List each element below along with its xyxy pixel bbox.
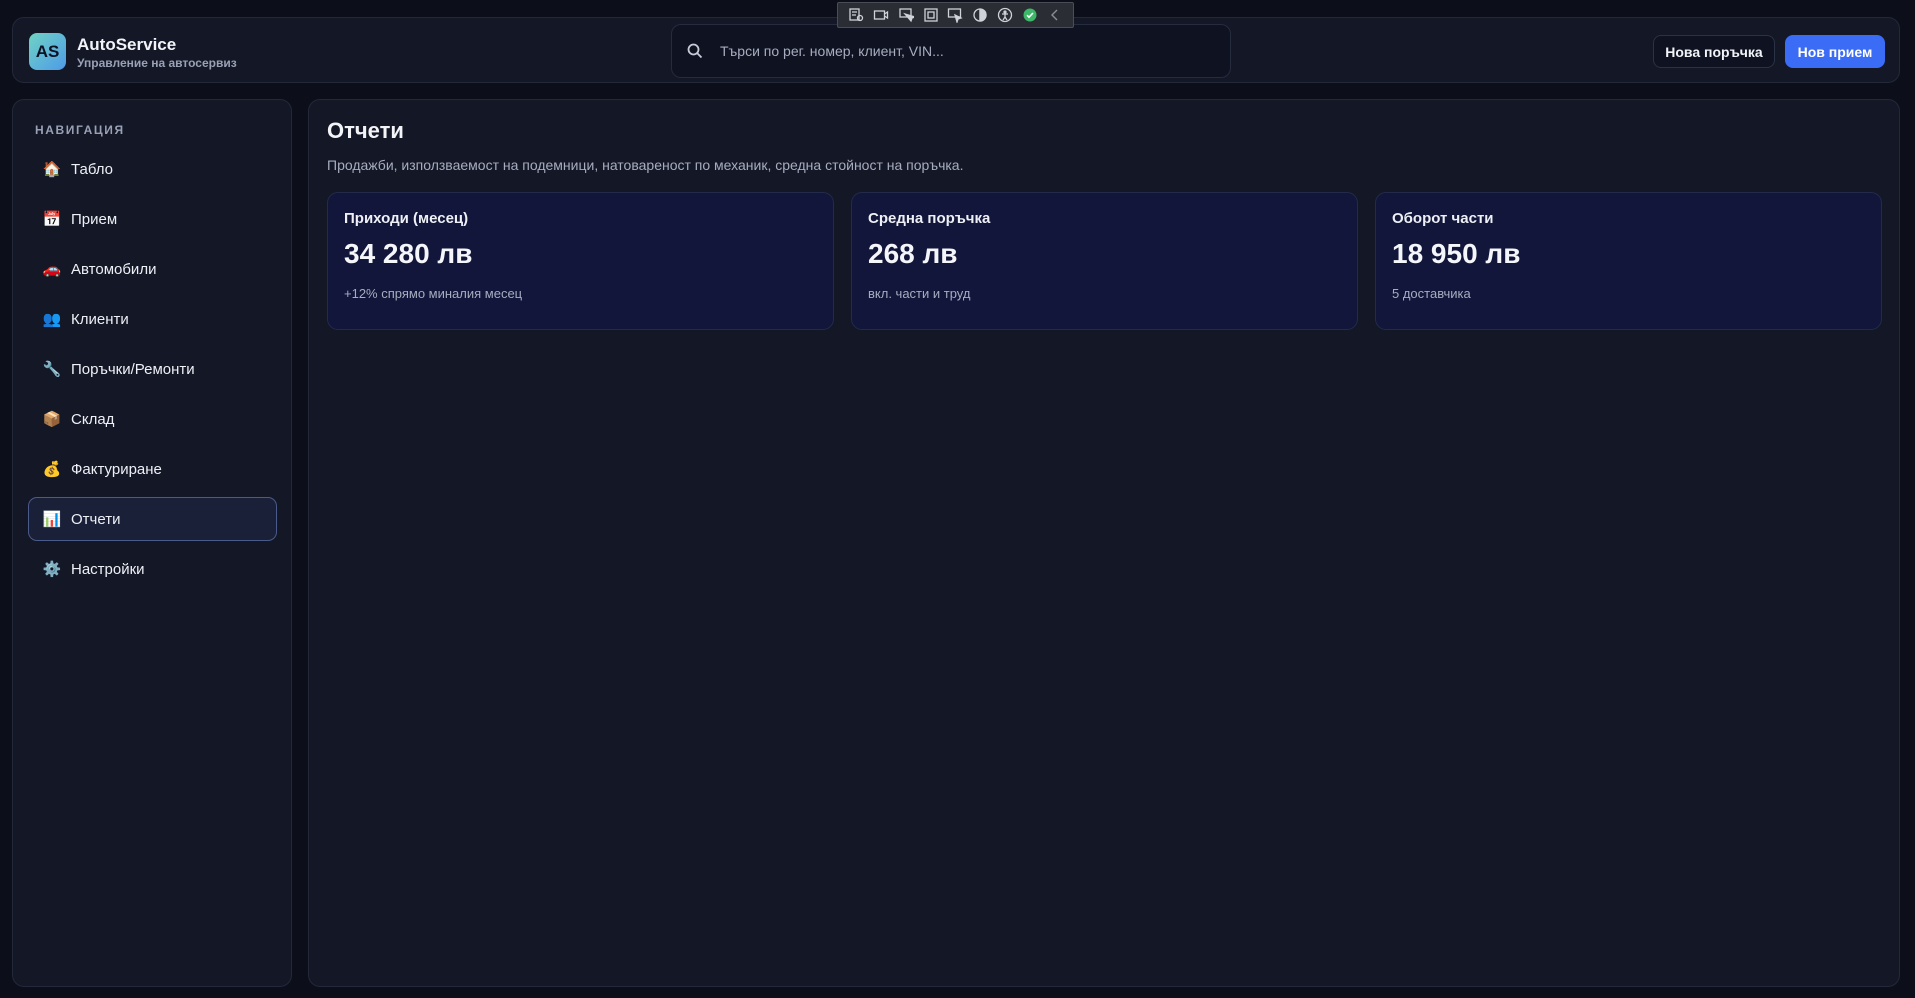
video-icon[interactable] xyxy=(872,7,890,23)
sidebar-item-dashboard[interactable]: 🏠 Табло xyxy=(28,147,277,191)
sidebar-item-label: Отчети xyxy=(71,510,121,528)
bar-chart-icon: 📊 xyxy=(42,511,62,528)
select-element-icon[interactable] xyxy=(897,7,915,23)
sidebar: НАВИГАЦИЯ 🏠 Табло 📅 Прием 🚗 Автомобили 👥… xyxy=(12,99,292,987)
sidebar-item-label: Настройки xyxy=(71,560,145,578)
chevron-left-icon[interactable] xyxy=(1046,7,1064,23)
sidebar-item-label: Фактуриране xyxy=(71,460,162,478)
page-title: Отчети xyxy=(327,118,404,143)
gear-icon: ⚙️ xyxy=(42,561,62,578)
car-icon: 🚗 xyxy=(42,261,62,278)
main-panel: Отчети Продажби, използваемост на подемн… xyxy=(308,99,1900,987)
search-box xyxy=(671,24,1231,78)
sidebar-item-label: Табло xyxy=(71,160,114,178)
inspect-list-icon[interactable] xyxy=(847,7,865,23)
kpi-card-average-order: Средна поръчка 268 лв вкл. части и труд xyxy=(851,192,1358,330)
sidebar-item-intake[interactable]: 📅 Прием xyxy=(28,197,277,241)
kpi-note: вкл. части и труд xyxy=(868,286,971,301)
sidebar-item-reports[interactable]: 📊 Отчети xyxy=(28,497,277,541)
kpi-cards: Приходи (месец) 34 280 лв +12% спрямо ми… xyxy=(327,192,1883,330)
kpi-value: 34 280 лв xyxy=(344,238,473,269)
contrast-icon[interactable] xyxy=(971,7,989,23)
sidebar-item-label: Поръчки/Ремонти xyxy=(71,360,195,378)
nav-list: 🏠 Табло 📅 Прием 🚗 Автомобили 👥 Клиенти 🔧… xyxy=(28,147,277,597)
sidebar-item-warehouse[interactable]: 📦 Склад xyxy=(28,397,277,441)
nav-section-title: НАВИГАЦИЯ xyxy=(35,123,125,137)
house-icon: 🏠 xyxy=(42,161,62,178)
sidebar-item-label: Прием xyxy=(71,210,118,228)
sidebar-item-clients[interactable]: 👥 Клиенти xyxy=(28,297,277,341)
sidebar-item-cars[interactable]: 🚗 Автомобили xyxy=(28,247,277,291)
kpi-title: Средна поръчка xyxy=(868,210,991,227)
kpi-value: 268 лв xyxy=(868,238,958,269)
app-subtitle: Управление на автосервиз xyxy=(77,56,237,70)
device-pointer-icon[interactable] xyxy=(946,7,964,23)
new-intake-button[interactable]: Нов прием xyxy=(1785,35,1885,68)
kpi-card-revenue: Приходи (месец) 34 280 лв +12% спрямо ми… xyxy=(327,192,834,330)
sidebar-item-orders[interactable]: 🔧 Поръчки/Ремонти xyxy=(28,347,277,391)
wrench-icon: 🔧 xyxy=(42,361,62,378)
sidebar-item-label: Клиенти xyxy=(71,310,129,328)
kpi-title: Приходи (месец) xyxy=(344,210,469,227)
search-icon xyxy=(686,42,704,60)
check-circle-icon[interactable] xyxy=(1021,7,1039,23)
sidebar-item-settings[interactable]: ⚙️ Настройки xyxy=(28,547,277,591)
page-subtitle: Продажби, използваемост на подемници, на… xyxy=(327,157,964,173)
kpi-value: 18 950 лв xyxy=(1392,238,1521,269)
search-input[interactable] xyxy=(720,43,1200,59)
calendar-icon: 📅 xyxy=(42,211,62,228)
accessibility-icon[interactable] xyxy=(996,7,1014,23)
sidebar-item-label: Склад xyxy=(71,410,115,428)
package-icon: 📦 xyxy=(42,411,62,428)
money-bag-icon: 💰 xyxy=(42,461,62,478)
app-logo: AS xyxy=(29,33,66,70)
devtools-toolbar xyxy=(837,2,1074,28)
new-order-button[interactable]: Нова поръчка xyxy=(1653,35,1775,68)
users-icon: 👥 xyxy=(42,311,62,328)
sidebar-item-label: Автомобили xyxy=(71,260,157,278)
kpi-note: 5 доставчика xyxy=(1392,286,1471,301)
sidebar-item-invoicing[interactable]: 💰 Фактуриране xyxy=(28,447,277,491)
kpi-title: Оборот части xyxy=(1392,210,1494,227)
kpi-card-parts-turnover: Оборот части 18 950 лв 5 доставчика xyxy=(1375,192,1882,330)
kpi-note: +12% спрямо миналия месец xyxy=(344,286,523,301)
frame-icon[interactable] xyxy=(922,7,940,23)
app-title: AutoService xyxy=(77,35,177,54)
